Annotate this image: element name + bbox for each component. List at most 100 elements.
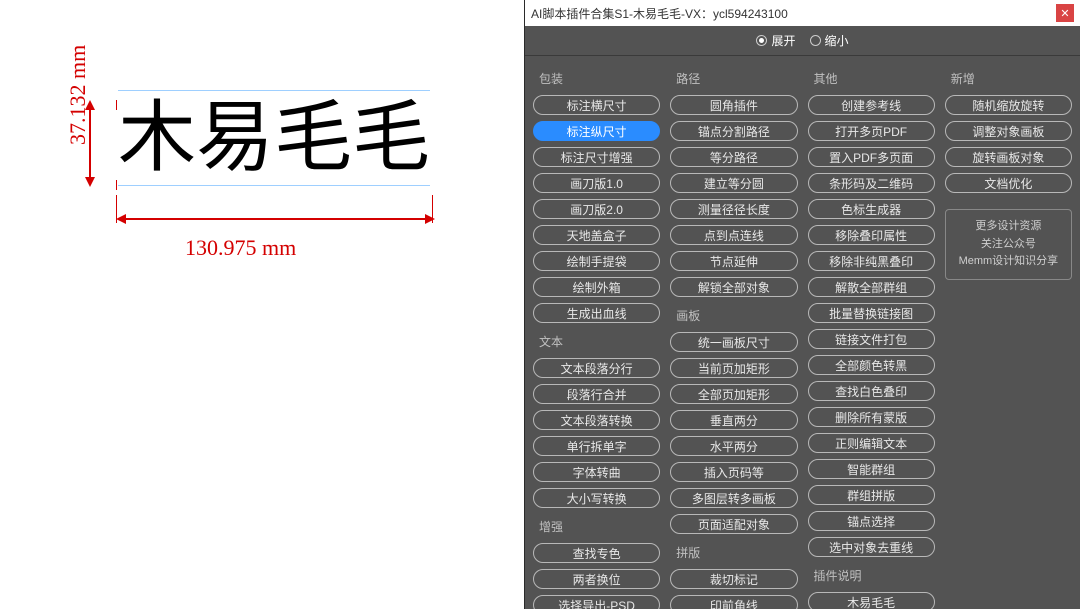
btn-prepress-marks[interactable]: 印前角线 xyxy=(670,595,797,609)
radio-label: 缩小 xyxy=(825,32,849,49)
btn-point-line[interactable]: 点到点连线 xyxy=(670,225,797,245)
arrow-up-icon xyxy=(85,100,95,110)
arrow-right-icon xyxy=(425,214,435,224)
btn-regex-text[interactable]: 正则编辑文本 xyxy=(808,433,935,453)
btn-crop-marks[interactable]: 裁切标记 xyxy=(670,569,797,589)
btn-measure-len[interactable]: 测量径径长度 xyxy=(670,199,797,219)
btn-rect-all[interactable]: 全部页加矩形 xyxy=(670,384,797,404)
dimension-horizontal-label: 130.975 mm xyxy=(185,235,296,261)
btn-para-split[interactable]: 文本段落分行 xyxy=(533,358,660,378)
btn-split-v[interactable]: 垂直两分 xyxy=(670,410,797,430)
btn-all-to-black[interactable]: 全部颜色转黑 xyxy=(808,355,935,375)
btn-dedup-lines[interactable]: 选中对象去重线 xyxy=(808,537,935,557)
btn-rotate-artboard-obj[interactable]: 旋转画板对象 xyxy=(945,147,1072,167)
dimension-horizontal-line xyxy=(125,218,425,220)
btn-label-h-dim[interactable]: 标注横尺寸 xyxy=(533,95,660,115)
radio-expand[interactable]: 展开 xyxy=(756,32,795,49)
btn-package-links[interactable]: 链接文件打包 xyxy=(808,329,935,349)
radio-shrink[interactable]: 缩小 xyxy=(810,32,849,49)
btn-lid-box[interactable]: 天地盖盒子 xyxy=(533,225,660,245)
btn-insert-pagenum[interactable]: 插入页码等 xyxy=(670,462,797,482)
btn-barcode-qr[interactable]: 条形码及二维码 xyxy=(808,173,935,193)
plugin-panel: AI脚本插件合集S1-木易毛毛-VX：ycl594243100 ✕ 展开 缩小 … xyxy=(524,0,1080,609)
info-line: 关注公众号 xyxy=(952,236,1065,254)
btn-para-merge[interactable]: 段落行合并 xyxy=(533,384,660,404)
sample-text[interactable]: 木易毛毛 xyxy=(118,90,430,186)
btn-rect-current[interactable]: 当前页加矩形 xyxy=(670,358,797,378)
btn-swap-two[interactable]: 两者换位 xyxy=(533,569,660,589)
btn-dieline-1[interactable]: 画刀版1.0 xyxy=(533,173,660,193)
info-line: Memm设计知识分享 xyxy=(952,253,1065,271)
btn-draw-bag[interactable]: 绘制手提袋 xyxy=(533,251,660,271)
btn-extend-node[interactable]: 节点延伸 xyxy=(670,251,797,271)
view-mode-row: 展开 缩小 xyxy=(525,26,1080,56)
btn-open-multipdf[interactable]: 打开多页PDF xyxy=(808,121,935,141)
btn-ungroup-all[interactable]: 解散全部群组 xyxy=(808,277,935,297)
btn-dieline-2[interactable]: 画刀版2.0 xyxy=(533,199,660,219)
btn-remove-nonblack-overprint[interactable]: 移除非纯黑叠印 xyxy=(808,251,935,271)
btn-divide-circle[interactable]: 建立等分圆 xyxy=(670,173,797,193)
btn-random-scale-rotate[interactable]: 随机缩放旋转 xyxy=(945,95,1072,115)
btn-export-psd[interactable]: 选择导出-PSD xyxy=(533,595,660,609)
btn-find-spot[interactable]: 查找专色 xyxy=(533,543,660,563)
btn-label-v-dim[interactable]: 标注纵尺寸 xyxy=(533,121,660,141)
panel-body: 包装 标注横尺寸 标注纵尺寸 标注尺寸增强 画刀版1.0 画刀版2.0 天地盖盒… xyxy=(525,56,1080,609)
btn-color-chip[interactable]: 色标生成器 xyxy=(808,199,935,219)
btn-split-chars[interactable]: 单行拆单字 xyxy=(533,436,660,456)
btn-split-h[interactable]: 水平两分 xyxy=(670,436,797,456)
btn-unlock-all[interactable]: 解锁全部对象 xyxy=(670,277,797,297)
dimension-tick xyxy=(116,100,117,110)
section-title: 包装 xyxy=(539,70,660,87)
btn-layers-to-artboards[interactable]: 多图层转多画板 xyxy=(670,488,797,508)
info-line: 更多设计资源 xyxy=(952,218,1065,236)
column-new: 新增 随机缩放旋转 调整对象画板 旋转画板对象 文档优化 更多设计资源 关注公众… xyxy=(945,66,1072,609)
column-other: 其他 创建参考线 打开多页PDF 置入PDF多页面 条形码及二维码 色标生成器 … xyxy=(808,66,935,609)
section-title: 新增 xyxy=(951,70,1072,87)
btn-draw-carton[interactable]: 绘制外箱 xyxy=(533,277,660,297)
section-title: 拼版 xyxy=(676,544,797,561)
close-icon: ✕ xyxy=(1060,7,1069,20)
panel-title: AI脚本插件合集S1-木易毛毛-VX：ycl594243100 xyxy=(531,5,788,22)
btn-batch-relink[interactable]: 批量替换链接图 xyxy=(808,303,935,323)
panel-titlebar: AI脚本插件合集S1-木易毛毛-VX：ycl594243100 ✕ xyxy=(525,0,1080,26)
btn-label-dim-enhance[interactable]: 标注尺寸增强 xyxy=(533,147,660,167)
section-title: 路径 xyxy=(676,70,797,87)
btn-remove-overprint[interactable]: 移除叠印属性 xyxy=(808,225,935,245)
btn-bleed-line[interactable]: 生成出血线 xyxy=(533,303,660,323)
btn-round-corner[interactable]: 圆角插件 xyxy=(670,95,797,115)
btn-anchor-split[interactable]: 锚点分割路径 xyxy=(670,121,797,141)
dimension-vertical-line xyxy=(89,107,91,177)
dimension-vertical-label: 37.132 mm xyxy=(65,45,91,145)
btn-adjust-obj-artboard[interactable]: 调整对象画板 xyxy=(945,121,1072,141)
btn-group-impose[interactable]: 群组拼版 xyxy=(808,485,935,505)
close-button[interactable]: ✕ xyxy=(1056,4,1074,22)
btn-unify-artboard[interactable]: 统一画板尺寸 xyxy=(670,332,797,352)
section-title: 其他 xyxy=(814,70,935,87)
btn-doc-optimize[interactable]: 文档优化 xyxy=(945,173,1072,193)
resource-info-box: 更多设计资源 关注公众号 Memm设计知识分享 xyxy=(945,209,1072,280)
radio-label: 展开 xyxy=(771,32,795,49)
btn-find-white-overprint[interactable]: 查找白色叠印 xyxy=(808,381,935,401)
btn-anchor-select[interactable]: 锚点选择 xyxy=(808,511,935,531)
section-title: 插件说明 xyxy=(814,567,935,584)
arrow-down-icon xyxy=(85,177,95,187)
btn-plugin-about[interactable]: 木易毛毛 xyxy=(808,592,935,609)
btn-place-multipdf[interactable]: 置入PDF多页面 xyxy=(808,147,935,167)
dimension-tick xyxy=(116,180,117,190)
dimension-tick xyxy=(116,195,117,223)
column-path: 路径 圆角插件 锚点分割路径 等分路径 建立等分圆 测量径径长度 点到点连线 节… xyxy=(670,66,797,609)
btn-case-convert[interactable]: 大小写转换 xyxy=(533,488,660,508)
arrow-left-icon xyxy=(116,214,126,224)
btn-create-guide[interactable]: 创建参考线 xyxy=(808,95,935,115)
btn-divide-path[interactable]: 等分路径 xyxy=(670,147,797,167)
canvas-area: 37.132 mm 木易毛毛 130.975 mm xyxy=(0,0,540,609)
btn-fit-object[interactable]: 页面适配对象 xyxy=(670,514,797,534)
btn-delete-masks[interactable]: 删除所有蒙版 xyxy=(808,407,935,427)
section-title: 增强 xyxy=(539,518,660,535)
section-title: 文本 xyxy=(539,333,660,350)
section-title: 画板 xyxy=(676,307,797,324)
btn-outline-font[interactable]: 字体转曲 xyxy=(533,462,660,482)
radio-icon xyxy=(810,35,821,46)
btn-para-convert[interactable]: 文本段落转换 xyxy=(533,410,660,430)
btn-smart-group[interactable]: 智能群组 xyxy=(808,459,935,479)
